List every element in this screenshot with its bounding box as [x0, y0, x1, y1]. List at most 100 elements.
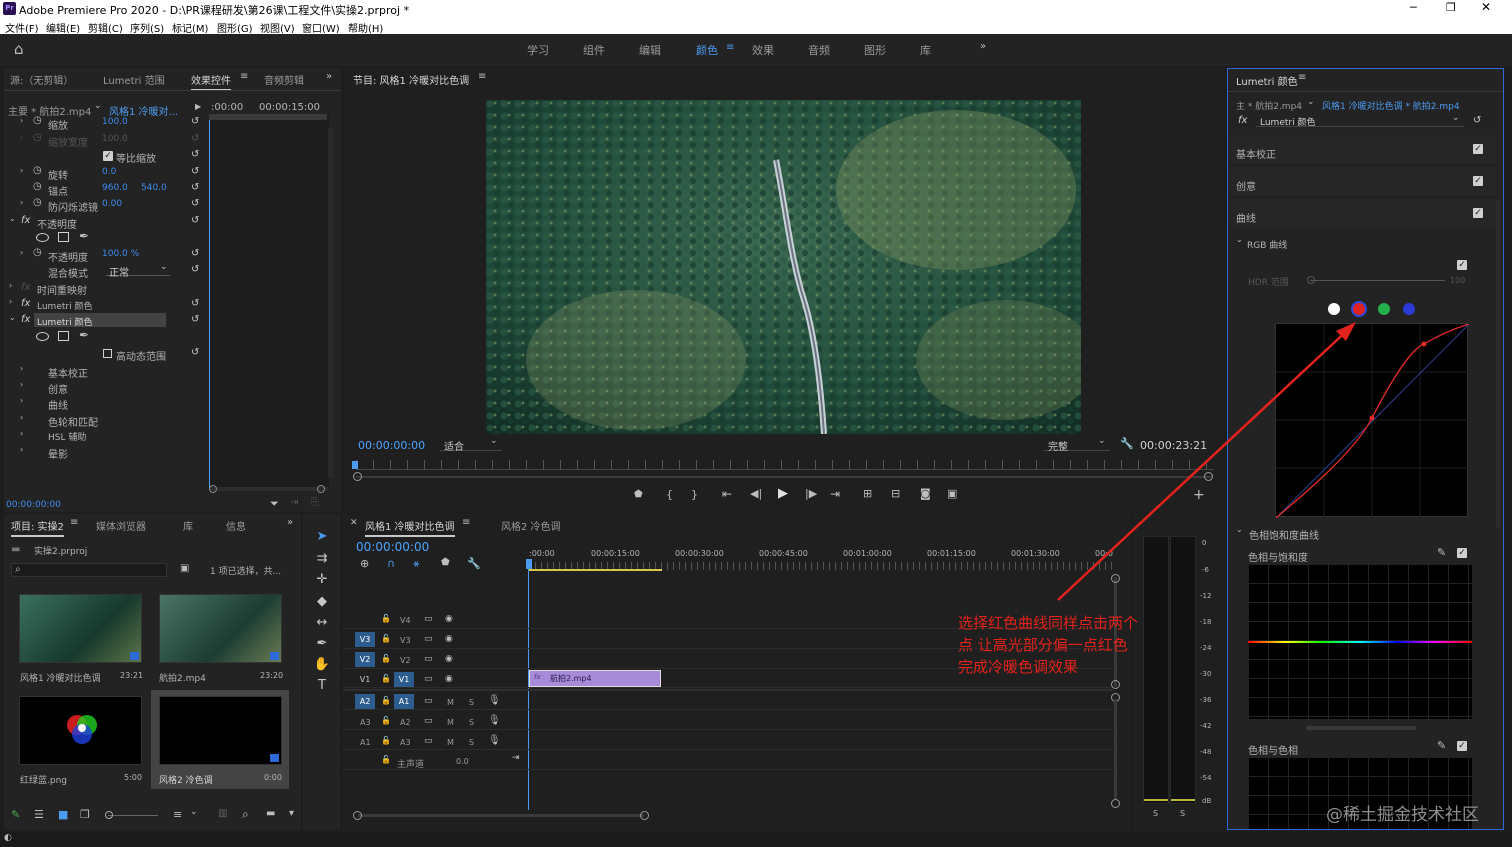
timeline-h-scrollbar[interactable]	[358, 814, 644, 817]
menu-window[interactable]: 窗口(W)	[302, 20, 340, 35]
mute-button[interactable]: M	[447, 738, 454, 747]
step-back-icon[interactable]: ◀|	[750, 487, 762, 500]
scale-value[interactable]: 100.0	[102, 117, 128, 127]
lock-icon[interactable]: 🔓	[381, 614, 391, 623]
new-search-bin-icon[interactable]: ▣	[180, 563, 189, 574]
expand-arrow-icon[interactable]: ›	[9, 297, 12, 306]
timeline-zoom-right[interactable]	[640, 811, 649, 820]
lock-icon[interactable]: 🔓	[381, 674, 391, 683]
reset-icon[interactable]: ↺	[191, 215, 201, 226]
selection-tool-icon[interactable]: ➤	[313, 529, 331, 547]
mark-in-icon[interactable]: {	[666, 488, 673, 501]
expand-arrow-icon[interactable]: ›	[20, 380, 23, 389]
lumetri-sequence-clip[interactable]: 风格1 冷暖对比色调 * 航拍2.mp4	[1322, 99, 1460, 112]
expand-arrow-icon[interactable]: ›	[20, 445, 23, 454]
workspace-audio[interactable]: 音频	[808, 42, 830, 58]
sync-lock-icon[interactable]: ▭	[424, 654, 433, 664]
more-workspaces-icon[interactable]: »	[980, 41, 986, 52]
track-a3[interactable]	[343, 732, 1113, 750]
workspace-color[interactable]: 颜色	[696, 42, 718, 58]
track-label[interactable]: A1	[394, 694, 414, 709]
green-channel-dot[interactable]	[1378, 303, 1390, 315]
scroll-handle-left[interactable]	[209, 485, 217, 493]
export-frame-icon[interactable]: ⎘	[311, 497, 319, 508]
microphone-icon[interactable]: 🎙	[488, 715, 501, 726]
rgb-curve-graph[interactable]	[1275, 323, 1470, 519]
ellipse-mask-icon[interactable]	[36, 233, 49, 242]
track-a1[interactable]	[343, 692, 1113, 710]
sync-lock-icon[interactable]: ▭	[424, 696, 433, 706]
clip-on-v1[interactable]: fx 航拍2.mp4	[529, 670, 661, 687]
close-tab-icon[interactable]: ✕	[350, 518, 358, 528]
reset-icon[interactable]: ↺	[191, 182, 201, 193]
workspace-editing[interactable]: 编辑	[639, 42, 661, 58]
reset-icon[interactable]: ↺	[1473, 115, 1483, 126]
tab-audio-clip-mixer[interactable]: 音频剪辑	[264, 72, 304, 87]
meter-solo-left[interactable]: S	[1153, 809, 1158, 818]
collapse-arrow-icon[interactable]: ⌄	[9, 214, 16, 223]
antiflicker-value[interactable]: 0.00	[102, 199, 122, 209]
hue-vs-hue-checkbox[interactable]: ✓	[1457, 741, 1467, 751]
vignette-label[interactable]: 晕影	[48, 446, 68, 461]
export-icon[interactable]: ⇥	[290, 497, 298, 508]
tab-menu-icon[interactable]: ≡	[462, 517, 470, 528]
tab-menu-icon[interactable]: ≡	[478, 71, 486, 82]
stopwatch-icon[interactable]: ◷	[33, 181, 42, 192]
menu-view[interactable]: 视图(V)	[260, 20, 295, 35]
creative-label[interactable]: 创意	[48, 381, 68, 396]
tab-menu-icon[interactable]: ≡	[240, 71, 248, 82]
microphone-icon[interactable]: 🎙	[488, 735, 501, 746]
lock-icon[interactable]: 🔓	[381, 716, 391, 725]
v-scroll-handle[interactable]	[1111, 680, 1120, 689]
wrench-icon[interactable]: 🔧	[1120, 437, 1134, 450]
track-label[interactable]: V3	[400, 636, 411, 645]
hdr-checkbox[interactable]	[103, 349, 112, 358]
h-scrollbar[interactable]	[210, 487, 328, 491]
timeline-settings-icon[interactable]: 🔧	[467, 557, 481, 570]
solo-button[interactable]: S	[469, 718, 474, 727]
v-scroll-handle[interactable]	[1111, 574, 1120, 583]
eyedropper-icon[interactable]: ✎	[1437, 546, 1446, 559]
panel-more-icon[interactable]: »	[287, 517, 293, 528]
reset-icon[interactable]: ↺	[191, 314, 201, 325]
hue-graph-scrollbar[interactable]	[1306, 726, 1416, 730]
collapse-arrow-icon[interactable]: ⌄	[9, 313, 16, 322]
expand-arrow-icon[interactable]: ›	[20, 133, 23, 142]
meter-solo-right[interactable]: S	[1180, 809, 1185, 818]
nest-icon[interactable]: ⊕	[360, 557, 369, 570]
menu-file[interactable]: 文件(F)	[5, 20, 39, 35]
tab-lumetri-scopes[interactable]: Lumetri 范围	[103, 72, 165, 87]
project-item-thumb-3[interactable]	[19, 696, 142, 765]
pen-mask-icon[interactable]: ✒	[79, 328, 89, 342]
eye-icon[interactable]: ◉	[445, 654, 453, 664]
extract-icon[interactable]: ⊟	[891, 487, 900, 500]
menu-help[interactable]: 帮助(H)	[348, 20, 383, 35]
close-icon[interactable]: ✕	[1481, 0, 1491, 14]
workspace-assembly[interactable]: 组件	[583, 42, 605, 58]
solo-button[interactable]: S	[469, 698, 474, 707]
video-frame[interactable]	[486, 100, 1081, 434]
color-wheels-label[interactable]: 色轮和匹配	[48, 414, 98, 429]
source-patch-a1[interactable]: A1	[360, 738, 371, 747]
lumetri-effect-1-label[interactable]: Lumetri 颜色	[37, 299, 92, 312]
white-channel-dot[interactable]	[1328, 303, 1340, 315]
stopwatch-icon[interactable]: ◷	[33, 115, 42, 126]
hdr-slider-thumb[interactable]	[1307, 276, 1315, 284]
pen-mask-icon[interactable]: ✒	[79, 229, 89, 243]
stopwatch-icon[interactable]: ◷	[33, 165, 42, 176]
workspace-graphics[interactable]: 图形	[864, 42, 886, 58]
zoom-handle-left[interactable]	[353, 472, 362, 481]
ripple-edit-icon[interactable]: ✛	[313, 572, 331, 590]
track-a2[interactable]	[343, 712, 1113, 730]
program-zoom-bar[interactable]	[356, 476, 1212, 478]
chevron-down-icon[interactable]: ⌄	[94, 101, 102, 111]
eyedropper-icon[interactable]: ✎	[1437, 739, 1446, 752]
project-item-name[interactable]: 风格1 冷暖对比色调	[20, 671, 101, 684]
microphone-icon[interactable]: 🎙	[488, 695, 501, 706]
effect-select[interactable]: Lumetri 颜色 ⌄	[1256, 113, 1464, 128]
stopwatch-icon[interactable]: ◷	[33, 247, 42, 258]
project-item-name[interactable]: 风格2 冷色调	[159, 773, 213, 786]
reset-icon[interactable]: ↺	[191, 166, 201, 177]
minimize-icon[interactable]: ─	[1410, 1, 1417, 14]
maximize-icon[interactable]: ❐	[1446, 1, 1456, 14]
